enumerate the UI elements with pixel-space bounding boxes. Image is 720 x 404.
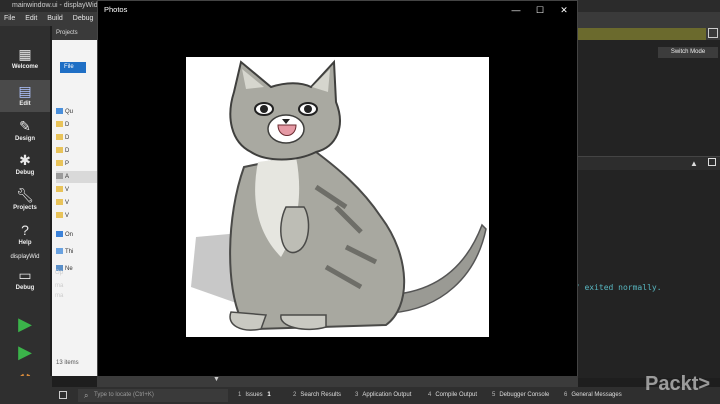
mode-design[interactable]: ✎ Design	[0, 118, 50, 142]
issues-badge: 1	[267, 392, 271, 398]
projects-header: Projects	[52, 26, 98, 40]
explorer-row[interactable]: V	[56, 184, 98, 196]
star-icon	[56, 108, 63, 115]
explorer-row-quick-access[interactable]: Qu	[56, 106, 98, 118]
file-explorer-window: File Qu D D D P A V V V On Thi Ne 13 ite…	[52, 40, 98, 376]
mode-debug[interactable]: ✱ Debug	[0, 152, 50, 176]
tab-issues[interactable]: 1 Issues 1	[238, 387, 271, 404]
cloud-icon	[56, 231, 63, 238]
tab-general-messages[interactable]: 6 General Messages	[564, 387, 622, 404]
menu-debug[interactable]: Debug	[69, 12, 98, 26]
explorer-row-onedrive[interactable]: On	[56, 229, 98, 241]
menu-build[interactable]: Build	[43, 12, 67, 26]
photo-canvas	[186, 57, 489, 337]
explorer-row[interactable]: V	[56, 197, 98, 209]
menu-file[interactable]: File	[0, 12, 19, 26]
output-pane-header: ▲	[578, 156, 720, 170]
maximize-button[interactable]: ☐	[528, 1, 552, 19]
application-output-text: e" exited normally.	[570, 283, 662, 292]
folder-icon	[56, 147, 63, 154]
mode-label: Edit	[19, 101, 31, 107]
mode-label: Welcome	[11, 64, 39, 70]
folder-icon	[56, 121, 63, 128]
bug-icon: ✱	[19, 152, 31, 168]
mode-projects[interactable]: 🔧︎ Projects	[0, 187, 50, 211]
run-icon: ▶	[18, 314, 32, 334]
close-pane-icon[interactable]	[708, 158, 716, 166]
kitten-illustration	[191, 59, 487, 331]
mode-welcome[interactable]: ▦ Welcome	[0, 46, 50, 70]
menu-edit[interactable]: Edit	[21, 12, 41, 26]
chevron-down-icon[interactable]: ▼	[213, 376, 220, 383]
wrench-icon: 🔧︎	[16, 187, 34, 203]
horizontal-scrollbar[interactable]: ▼	[97, 376, 578, 387]
switch-mode-button[interactable]: Switch Mode	[658, 47, 718, 58]
mode-edit[interactable]: ▤ Edit	[0, 80, 50, 112]
chevron-up-icon[interactable]: ▲	[690, 159, 698, 168]
mode-label: Debug	[15, 170, 35, 176]
folder-icon	[56, 186, 63, 193]
folder-icon	[56, 199, 63, 206]
tab-debugger-console[interactable]: 5 Debugger Console	[492, 387, 549, 404]
folder-icon	[56, 173, 63, 180]
close-button[interactable]: ✕	[552, 1, 576, 19]
help-icon: ?	[21, 222, 29, 238]
photos-window: Photos — ☐ ✕	[97, 0, 578, 378]
folder-icon	[56, 160, 63, 167]
debug-run-button[interactable]: ▶	[0, 342, 50, 362]
side-text-ma-2: ma	[55, 293, 64, 299]
tab-search-results[interactable]: 2 Search Results	[293, 387, 341, 404]
run-button[interactable]: ▶	[0, 314, 50, 334]
explorer-file-tab[interactable]: File	[60, 62, 86, 73]
output-pane-bar: Type to locate (Ctrl+K) ⌕ 1 Issues 1 2 Sea…	[52, 387, 720, 404]
split-icon[interactable]	[708, 28, 718, 38]
mode-sidebar: ▦ Welcome ▤ Edit ✎ Design ✱ Debug 🔧︎ Pro…	[0, 26, 50, 404]
pc-icon	[56, 248, 63, 255]
pen-icon: ✎	[19, 118, 31, 134]
kit-selector-label: displayWid	[10, 254, 40, 260]
locator-input[interactable]: Type to locate (Ctrl+K)	[78, 389, 228, 402]
explorer-row[interactable]: P	[56, 158, 98, 170]
screen: mainwindow.ui - displayWid - Qt C File E…	[0, 0, 720, 404]
mode-help[interactable]: ? Help	[0, 222, 50, 246]
explorer-row[interactable]: D	[56, 119, 98, 131]
kit-selector[interactable]: ▭ Debug	[0, 267, 50, 291]
grid-icon: ▦	[18, 46, 32, 62]
minimize-button[interactable]: —	[504, 1, 528, 19]
toggle-sidebar-icon[interactable]	[59, 391, 67, 399]
mode-label: Help	[18, 240, 32, 246]
monitor-icon: ▭	[18, 267, 32, 283]
side-text-op: Op	[55, 270, 64, 276]
kit-mode-label: Debug	[15, 285, 35, 291]
bottom-left-strip	[0, 376, 52, 404]
search-icon: ⌕	[84, 391, 89, 400]
folder-icon	[56, 134, 63, 141]
explorer-item-count: 13 items	[56, 360, 79, 366]
qt-right-pane: Switch Mode ▲ e" exited normally.	[570, 26, 720, 378]
explorer-row[interactable]: V	[56, 210, 98, 222]
mode-label: Design	[14, 136, 35, 142]
explorer-row[interactable]: D	[56, 132, 98, 144]
explorer-row-this-pc[interactable]: Thi	[56, 246, 98, 258]
document-icon: ▤	[18, 83, 32, 99]
side-text-ma: ma	[55, 283, 64, 289]
debug-run-icon: ▶	[18, 342, 32, 362]
mode-label: Projects	[13, 205, 37, 211]
tab-compile-output[interactable]: 4 Compile Output	[428, 387, 477, 404]
explorer-row-selected[interactable]: A	[56, 171, 98, 183]
explorer-row[interactable]: D	[56, 145, 98, 157]
editor-tab-strip	[578, 28, 706, 40]
folder-icon	[56, 212, 63, 219]
tab-application-output[interactable]: 3 Application Output	[355, 387, 411, 404]
packt-watermark: Packt>	[645, 373, 711, 395]
